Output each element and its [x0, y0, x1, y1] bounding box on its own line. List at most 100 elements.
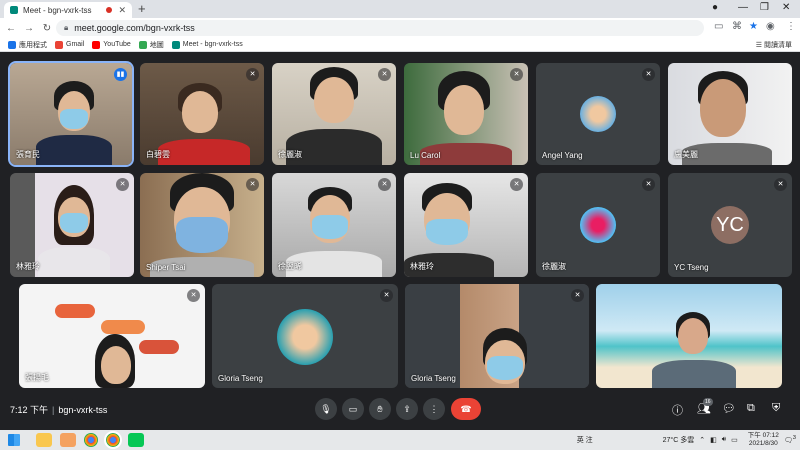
participant-name: 張揚毛 [25, 373, 49, 382]
camera-in-use-icon[interactable]: ▭ [714, 21, 723, 32]
weather-widget[interactable]: 27°C 多雲 [663, 435, 695, 445]
info-separator: | [52, 405, 55, 415]
back-icon[interactable]: ← [4, 23, 18, 34]
host-controls-icon: ⛨ [772, 402, 781, 414]
mic-muted-icon: ✕ [642, 68, 655, 81]
meeting-info: 7:12 下午 | bgn-vxrk-tss [10, 403, 107, 416]
bookmarks-bar: 應用程式 Gmail YouTube 地圖 Meet - bgn-vxrk-ts… [0, 38, 800, 52]
close-tab-icon[interactable]: ✕ [118, 5, 126, 16]
raise-hand-button[interactable]: ✋︎ [369, 398, 391, 420]
present-icon: ⇪ [403, 404, 411, 414]
participant-tile[interactable]: ✕ 徐翌晞 [272, 173, 396, 277]
participant-name: 張育民 [16, 150, 40, 159]
participant-tile[interactable]: ✕ Angel Yang [536, 63, 660, 165]
participant-name: Angel Yang [542, 151, 583, 160]
mic-toggle-button[interactable]: 🎙︎ [315, 398, 337, 420]
windows-start-icon[interactable] [8, 434, 20, 446]
mic-muted-icon: ✕ [571, 289, 584, 302]
clock-date: 2021/8/30 [748, 440, 778, 447]
mic-muted-icon: ✕ [380, 289, 393, 302]
bookmark-star-icon[interactable]: ★ [749, 21, 758, 32]
participant-tile[interactable]: ✕ Gloria Tseng [405, 284, 589, 388]
participant-tile[interactable]: ✕ 林雅玲 [404, 173, 528, 277]
mic-muted-icon: ✕ [378, 68, 391, 81]
present-now-button[interactable]: ⇪ [396, 398, 418, 420]
browser-tab-strip: Meet - bgn-vxrk-tss ✕ + ● — ❐ ✕ [0, 0, 800, 18]
bookmark-label: Gmail [66, 41, 85, 48]
line-app-icon[interactable] [128, 433, 144, 447]
participant-name: 白碧雲 [146, 150, 170, 159]
clock[interactable]: 下午 07:12 2021/8/30 [743, 432, 779, 448]
avatar [580, 207, 616, 243]
participant-tile[interactable]: ✕ Shiper Tsai [140, 173, 264, 277]
participant-tile[interactable]: ✕ 林雅玲 [10, 173, 134, 277]
photos-app-icon[interactable] [60, 433, 76, 447]
participant-name: 徐麗淑 [542, 262, 566, 271]
meeting-code: bgn-vxrk-tss [58, 405, 108, 415]
participant-name: Lu Carol [410, 151, 441, 160]
maximize-window-button[interactable]: ❐ [760, 1, 769, 15]
mic-muted-icon: ✕ [116, 178, 129, 191]
bookmark-youtube[interactable]: YouTube [92, 40, 131, 49]
participant-tile[interactable]: ✕ 張揚毛 [19, 284, 205, 388]
maps-icon [138, 40, 147, 49]
avatar [580, 96, 616, 132]
mic-icon: 🎙︎ [320, 404, 332, 414]
more-options-button[interactable]: ⋮ [423, 398, 445, 420]
mic-muted-icon: ✕ [510, 68, 523, 81]
meeting-details-button[interactable]: ⓘ [672, 402, 683, 418]
camera-icon: ▭ [348, 404, 358, 414]
notification-center-icon[interactable]: 🗨︎3 [784, 435, 796, 444]
participant-tile[interactable]: ✕ 白碧雲 [140, 63, 264, 165]
new-tab-button[interactable]: + [138, 2, 146, 16]
ime-indicator[interactable]: 英 注 [577, 435, 593, 445]
tray-overflow-icon[interactable]: ⌃ [699, 436, 705, 444]
activities-button[interactable]: ⧉ [747, 402, 755, 415]
mic-muted-icon: ✕ [187, 289, 200, 302]
meeting-stage: ▮▮ 張育民 ✕ 白碧雲 ✕ 徐麗淑 ✕ Lu Carol ✕ Angel Ya… [0, 53, 800, 430]
participant-tile[interactable]: ✕ 徐麗淑 [536, 173, 660, 277]
browser-menu-icon[interactable]: ⋮ [786, 21, 796, 32]
participant-tile[interactable]: ✕ 徐麗淑 [272, 63, 396, 165]
participant-tile[interactable]: YC ✕ YC Tseng [668, 173, 792, 277]
minimize-window-button[interactable]: — [738, 1, 748, 15]
chat-button[interactable]: 💬︎ [722, 402, 736, 415]
leave-call-button[interactable]: ☎︎ [451, 398, 481, 420]
browser-tab[interactable]: Meet - bgn-vxrk-tss ✕ [4, 2, 132, 18]
reload-icon[interactable]: ↻ [40, 23, 54, 34]
address-bar[interactable]: 🔒︎ meet.google.com/bgn-vxrk-tss [56, 20, 704, 36]
participant-name: Gloria Tseng [411, 374, 456, 383]
forward-icon[interactable]: → [22, 23, 36, 34]
bookmark-meet[interactable]: Meet - bgn-vxrk-tss [171, 40, 243, 49]
reading-list-button[interactable]: ☰ 閱讀清單 [756, 40, 792, 50]
host-controls-button[interactable]: ⛨ [772, 402, 780, 415]
chrome-icon[interactable] [84, 433, 98, 447]
file-explorer-icon[interactable] [36, 433, 52, 447]
network-icon[interactable]: ◧ [710, 436, 717, 444]
participant-tile[interactable]: ✕ Gloria Tseng [212, 284, 398, 388]
meeting-control-bar: 7:12 下午 | bgn-vxrk-tss 🎙︎ ▭ ✋︎ ⇪ ⋮ ☎︎ ⓘ 👥︎… [0, 391, 800, 430]
translate-icon[interactable]: ⌘ [732, 21, 742, 32]
battery-icon[interactable]: ▭ [731, 436, 738, 444]
more-icon: ⋮ [429, 404, 439, 414]
profile-avatar-icon[interactable]: ◉ [766, 21, 775, 32]
windows-taskbar: 英 注 27°C 多雲 ⌃ ◧ 🔊︎ ▭ 下午 07:12 2021/8/30 🗨… [0, 430, 800, 450]
people-button[interactable]: 👥︎ 16 [697, 398, 713, 415]
meet-favicon-icon [10, 6, 18, 14]
participant-tile[interactable]: 盧美麗 [668, 63, 792, 165]
participant-tile[interactable]: ▮▮ 張育民 [8, 61, 134, 167]
chrome-active-icon[interactable] [104, 431, 122, 449]
lock-icon: 🔒︎ [64, 23, 69, 32]
close-window-button[interactable]: ✕ [782, 1, 790, 15]
bookmark-gmail[interactable]: Gmail [55, 40, 85, 49]
bookmark-apps[interactable]: 應用程式 [8, 40, 47, 50]
participant-tile[interactable] [596, 284, 782, 388]
bookmark-maps[interactable]: 地圖 [138, 40, 164, 50]
camera-toggle-button[interactable]: ▭ [342, 398, 364, 420]
mic-muted-icon: ✕ [774, 178, 787, 191]
participant-tile[interactable]: ✕ Lu Carol [404, 63, 528, 165]
gmail-icon [55, 40, 63, 49]
profile-menu-icon[interactable]: ● [712, 1, 718, 15]
volume-icon[interactable]: 🔊︎ [722, 436, 726, 444]
bookmark-label: YouTube [103, 41, 131, 48]
